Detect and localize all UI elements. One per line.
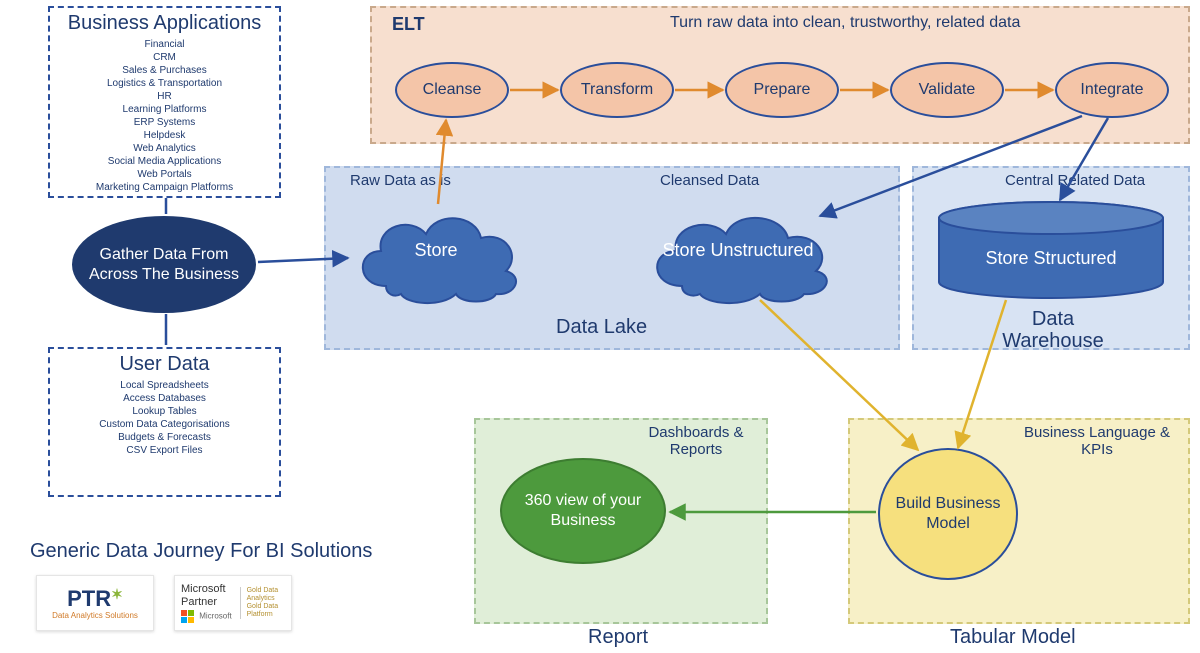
ptr-logo: PTR✶ Data Analytics Solutions — [36, 575, 154, 631]
report-node: 360 view of your Business — [500, 458, 666, 564]
microsoft-partner-logo: Microsoft Partner Microsoft Gold Data An… — [174, 575, 292, 631]
user-data-item: CSV Export Files — [50, 444, 279, 457]
store-unstructured-cloud: Store Unstructured — [640, 196, 836, 306]
cleansed-data-label: Cleansed Data — [660, 172, 759, 189]
report-label: Report — [588, 626, 648, 649]
elt-step-cleanse: Cleanse — [395, 62, 509, 118]
elt-label: ELT — [392, 14, 425, 35]
biz-app-item: HR — [50, 90, 279, 103]
gold-line-2: Gold Data Platform — [247, 603, 285, 619]
elt-step-label: Validate — [919, 81, 976, 99]
elt-step-label: Cleanse — [423, 81, 482, 99]
microsoft-icon — [181, 610, 194, 623]
central-related-label: Central Related Data — [1005, 172, 1145, 189]
star-icon: ✶ — [111, 586, 123, 602]
elt-step-label: Integrate — [1080, 81, 1143, 99]
business-applications-list: Financial CRM Sales & Purchases Logistic… — [50, 38, 279, 194]
biz-app-item: ERP Systems — [50, 116, 279, 129]
biz-app-item: CRM — [50, 51, 279, 64]
biz-app-item: Web Portals — [50, 168, 279, 181]
gather-data-label: Gather Data From Across The Business — [76, 245, 252, 285]
gold-line-1: Gold Data Analytics — [247, 587, 285, 603]
ms-sub-text: Microsoft — [199, 612, 231, 621]
biz-app-item: Logistics & Transportation — [50, 77, 279, 90]
ptr-logo-sub: Data Analytics Solutions — [52, 611, 138, 620]
elt-step-prepare: Prepare — [725, 62, 839, 118]
biz-app-item: Marketing Campaign Platforms — [50, 181, 279, 194]
elt-step-label: Transform — [581, 81, 653, 99]
user-data-item: Budgets & Forecasts — [50, 431, 279, 444]
biz-app-item: Social Media Applications — [50, 155, 279, 168]
user-data-item: Local Spreadsheets — [50, 379, 279, 392]
store-raw-cloud: Store — [346, 196, 526, 306]
ptr-logo-text: PTR — [67, 586, 111, 611]
store-structured-label: Store Structured — [985, 248, 1116, 269]
footer-logos: PTR✶ Data Analytics Solutions Microsoft … — [36, 575, 292, 631]
biz-app-item: Financial — [50, 38, 279, 51]
user-data-item: Access Databases — [50, 392, 279, 405]
footer-title: Generic Data Journey For BI Solutions — [30, 540, 372, 563]
store-structured-cylinder: Store Structured — [936, 200, 1166, 300]
report-caption: Dashboards & Reports — [636, 424, 756, 459]
tabular-node-label: Build Business Model — [880, 494, 1016, 534]
elt-step-validate: Validate — [890, 62, 1004, 118]
user-data-item: Lookup Tables — [50, 405, 279, 418]
user-data-list: Local Spreadsheets Access Databases Look… — [50, 379, 279, 457]
tabular-node: Build Business Model — [878, 448, 1018, 580]
biz-app-item: Web Analytics — [50, 142, 279, 155]
store-unstructured-label: Store Unstructured — [662, 240, 813, 262]
elt-step-label: Prepare — [754, 81, 811, 99]
store-raw-label: Store — [414, 240, 457, 262]
business-applications-title: Business Applications — [50, 12, 279, 35]
user-data-item: Custom Data Categorisations — [50, 418, 279, 431]
ms-partner-text: Microsoft Partner — [181, 583, 234, 608]
elt-step-integrate: Integrate — [1055, 62, 1169, 118]
data-lake-label: Data Lake — [556, 316, 647, 339]
user-data-box: User Data Local Spreadsheets Access Data… — [48, 347, 281, 497]
tabular-caption: Business Language & KPIs — [1012, 424, 1182, 459]
elt-step-transform: Transform — [560, 62, 674, 118]
raw-data-label: Raw Data as is — [350, 172, 451, 189]
biz-app-item: Helpdesk — [50, 129, 279, 142]
biz-app-item: Sales & Purchases — [50, 64, 279, 77]
data-warehouse-label: Data Warehouse — [998, 308, 1108, 352]
biz-app-item: Learning Platforms — [50, 103, 279, 116]
elt-subtitle: Turn raw data into clean, trustworthy, r… — [670, 14, 1020, 32]
tabular-label: Tabular Model — [950, 626, 1076, 649]
gather-data-node: Gather Data From Across The Business — [72, 216, 256, 313]
business-applications-box: Business Applications Financial CRM Sale… — [48, 6, 281, 198]
report-node-label: 360 view of your Business — [502, 491, 664, 531]
user-data-title: User Data — [50, 353, 279, 376]
